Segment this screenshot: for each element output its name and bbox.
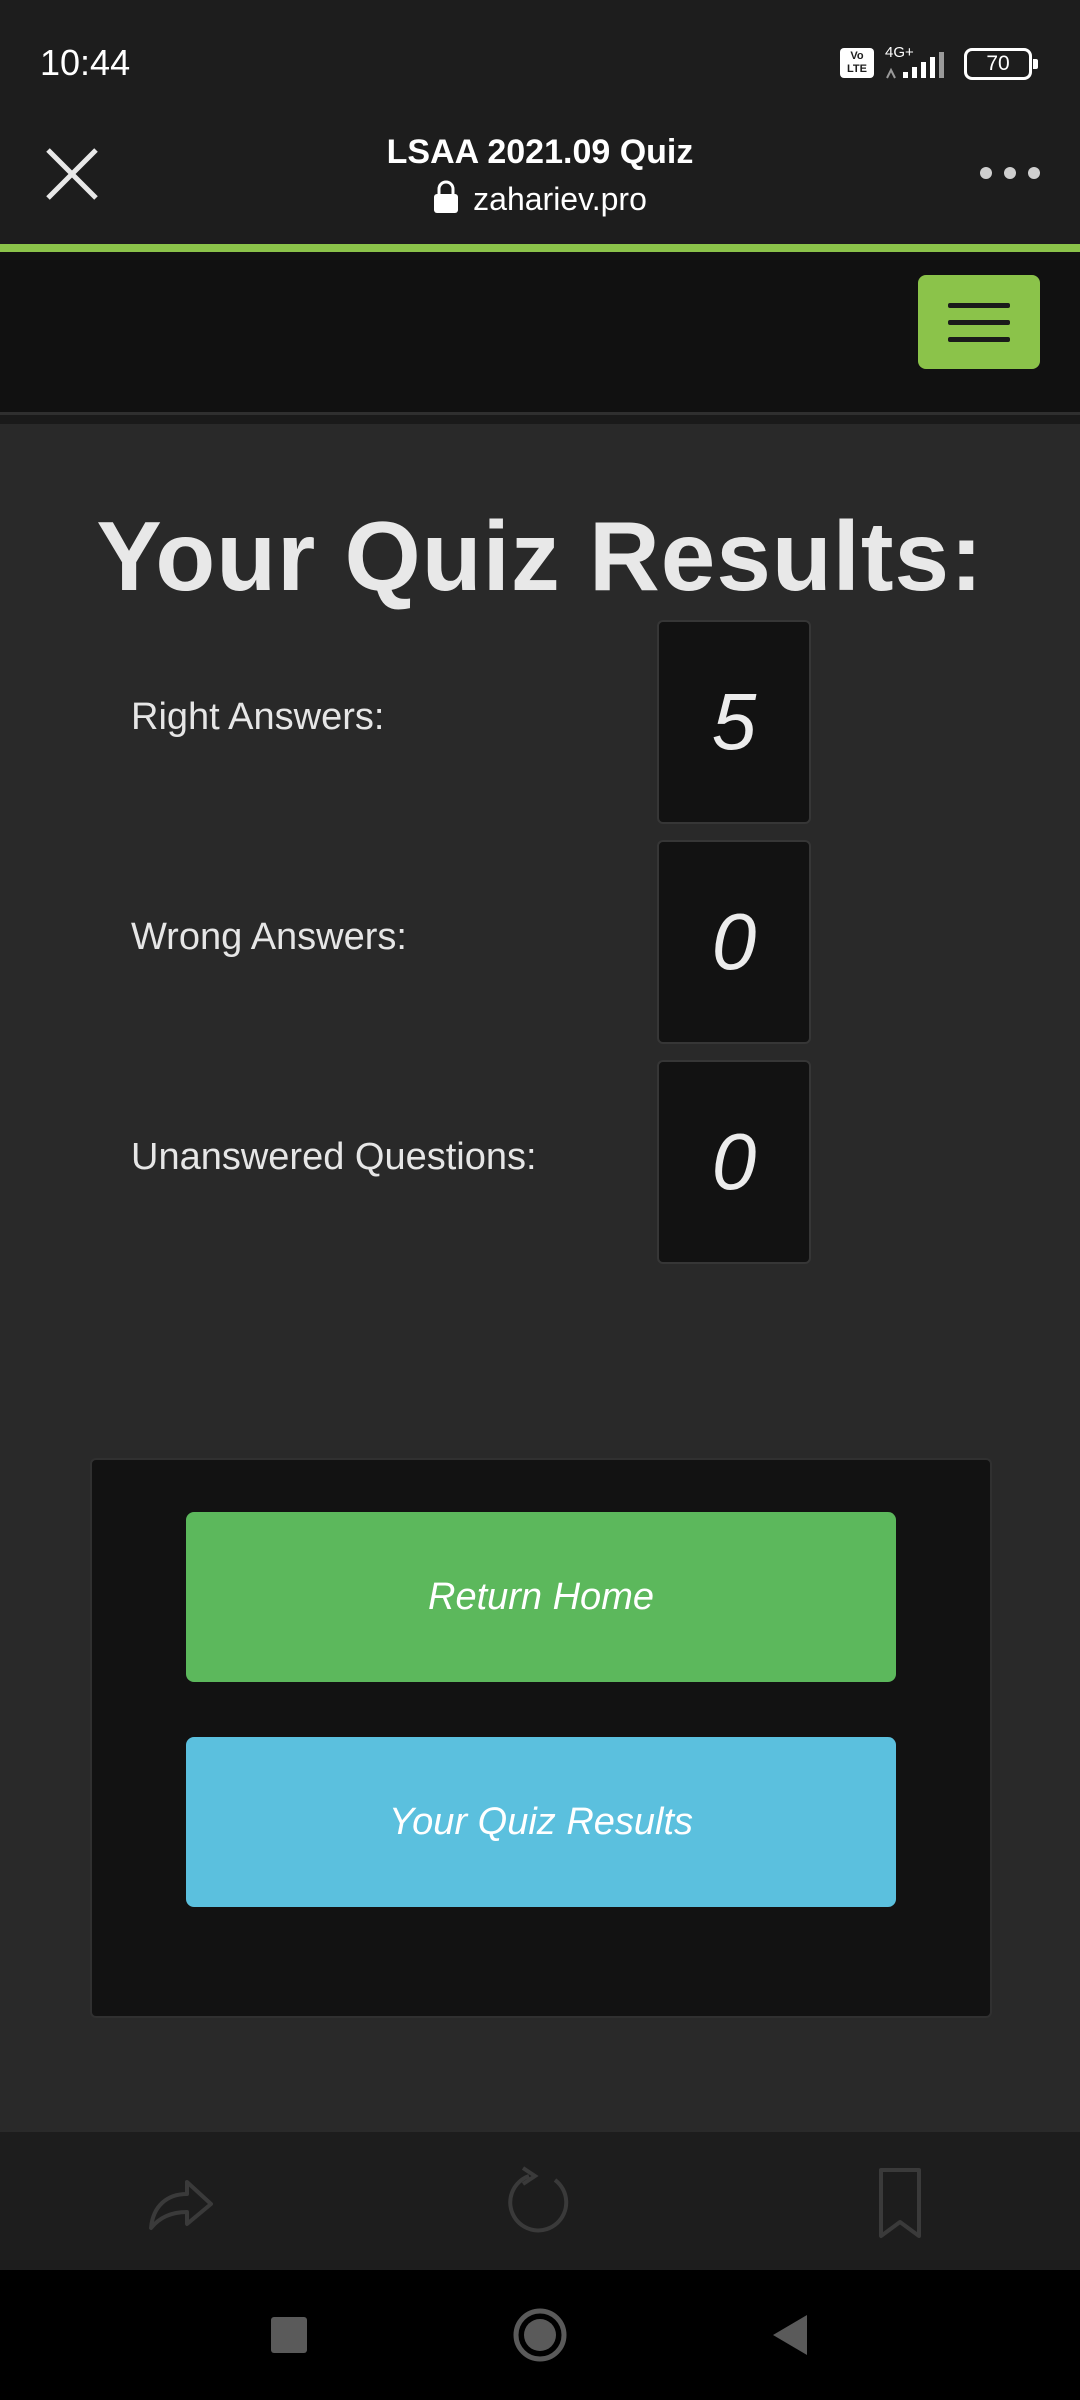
browser-bottom-toolbar (0, 2130, 1080, 2270)
result-value: 5 (711, 677, 757, 766)
result-value-box: 0 (657, 1060, 811, 1264)
battery-level: 70 (986, 52, 1010, 75)
page-url: zahariev.pro (473, 181, 647, 217)
result-value-box: 5 (657, 620, 811, 824)
signal-strength-icon (886, 52, 944, 79)
bookmark-button[interactable] (855, 2160, 945, 2244)
volte-icon: Vo LTE (840, 48, 874, 78)
reload-icon (508, 2166, 569, 2233)
lock-icon (434, 180, 459, 213)
result-value: 0 (711, 897, 757, 986)
result-value: 0 (711, 1117, 757, 1206)
reload-button[interactable] (495, 2160, 585, 2244)
recents-square-icon[interactable] (254, 2300, 324, 2370)
status-bar: 10:44 Vo LTE 4G+ 70 (0, 0, 1080, 120)
menu-line-icon (948, 337, 1010, 342)
result-label: Wrong Answers: (131, 916, 407, 958)
quiz-results-page: Your Quiz Results: Right Answers: 5 Wron… (0, 424, 1080, 2130)
quiz-results-button[interactable]: Your Quiz Results (186, 1737, 896, 1907)
bookmark-icon (879, 2168, 921, 2238)
action-panel: Return Home Your Quiz Results (90, 1458, 992, 2018)
result-label: Right Answers: (131, 696, 385, 738)
hamburger-menu-button[interactable] (918, 275, 1040, 369)
page-load-bar (0, 244, 1080, 252)
result-row-unanswered: Unanswered Questions: 0 (0, 1060, 1080, 1264)
return-home-button[interactable]: Return Home (186, 1512, 896, 1682)
battery-icon: 70 (964, 48, 1038, 80)
results-heading: Your Quiz Results: (96, 501, 984, 611)
site-header (0, 252, 1080, 412)
menu-line-icon (948, 320, 1010, 325)
header-divider (0, 412, 1080, 424)
volte-label: Vo LTE (847, 50, 867, 75)
result-value-box: 0 (657, 840, 811, 1044)
share-icon (149, 2180, 213, 2230)
url-bar[interactable]: zahariev.pro (0, 180, 1080, 218)
result-label: Unanswered Questions: (131, 1136, 537, 1178)
home-circle-icon[interactable] (505, 2300, 575, 2370)
result-row-wrong: Wrong Answers: 0 (0, 840, 1080, 1044)
back-triangle-icon[interactable] (755, 2300, 825, 2370)
more-options-icon[interactable] (978, 158, 1042, 188)
system-navigation-bar (0, 2270, 1080, 2400)
menu-line-icon (948, 303, 1010, 308)
result-row-right: Right Answers: 5 (0, 620, 1080, 824)
page-title: LSAA 2021.09 Quiz (386, 133, 694, 171)
share-button[interactable] (135, 2160, 225, 2244)
status-time: 10:44 (40, 42, 131, 83)
browser-bar: LSAA 2021.09 Quiz zahariev.pro (0, 120, 1080, 244)
